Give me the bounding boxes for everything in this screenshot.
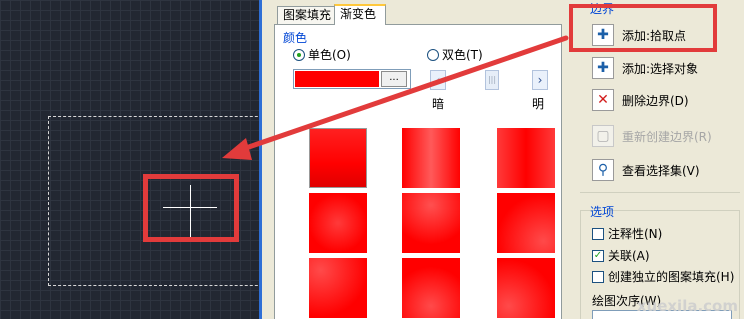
recreate-boundary-label: 重新创建边界(R) xyxy=(622,129,712,144)
gradient-swatch-hemispherical[interactable] xyxy=(402,193,460,253)
shade-right-button[interactable]: › xyxy=(532,70,548,90)
drawing-canvas[interactable] xyxy=(0,0,259,319)
tab-gradient[interactable]: 渐变色 xyxy=(334,4,386,25)
gradient-swatch-inverted-cylinder[interactable] xyxy=(497,128,555,188)
associative-checkbox[interactable]: ✓ 关联(A) xyxy=(592,247,650,264)
single-color-radio[interactable]: 单色(O) xyxy=(293,46,351,63)
options-group-title: 选项 xyxy=(590,205,615,219)
add-select-objects-button[interactable]: ✚ 添加:选择对象 xyxy=(592,57,698,79)
gradient-swatch-linear[interactable] xyxy=(309,128,367,188)
gradient-swatch-spherical[interactable] xyxy=(309,193,367,253)
recreate-boundary-icon: ▢ xyxy=(592,125,614,147)
gradient-tab-page: 颜色 单色(O) 双色(T) ... ‹ ||| › 暗 明 xyxy=(274,24,562,319)
associative-label: 关联(A) xyxy=(608,249,650,263)
section-separator xyxy=(580,192,740,193)
gradient-swatch-inverted-curved[interactable] xyxy=(497,258,555,318)
remove-boundaries-label: 删除边界(D) xyxy=(622,93,689,108)
radio-dot xyxy=(293,48,305,61)
gradient-swatch-curved[interactable] xyxy=(497,193,555,253)
annotative-checkbox[interactable]: 注释性(N) xyxy=(592,225,662,242)
hatch-gradient-dialog: 图案填充 渐变色 颜色 单色(O) 双色(T) ... ‹ ||| › 暗 明 xyxy=(262,0,744,319)
color-fill xyxy=(295,71,379,87)
shade-slider-thumb[interactable]: ||| xyxy=(485,70,499,90)
annotative-label: 注释性(N) xyxy=(608,227,663,241)
crosshair-vertical xyxy=(190,185,191,237)
pick-point-highlight-box xyxy=(143,174,239,242)
watermark: xuexila.com xyxy=(636,297,738,315)
independent-hatch-label: 创建独立的图案填充(H) xyxy=(608,270,735,284)
remove-boundaries-button[interactable]: ✕ 删除边界(D) xyxy=(592,89,689,111)
recreate-boundary-button[interactable]: ▢ 重新创建边界(R) xyxy=(592,125,712,147)
gradient-swatch-inverted-hemispherical[interactable] xyxy=(402,258,460,318)
add-pick-points-highlight xyxy=(569,4,717,52)
gradient-swatch-inverted-spherical[interactable] xyxy=(309,258,367,318)
view-selections-label: 查看选择集(V) xyxy=(622,163,700,178)
color-group-title: 颜色 xyxy=(283,31,308,45)
radio-dot xyxy=(427,48,439,61)
two-color-label: 双色(T) xyxy=(442,48,483,62)
checkbox-box xyxy=(592,270,604,283)
checkbox-box xyxy=(592,227,604,240)
checkbox-box-checked: ✓ xyxy=(592,249,604,262)
independent-hatch-checkbox[interactable]: 创建独立的图案填充(H) xyxy=(592,268,734,285)
single-color-label: 单色(O) xyxy=(308,48,351,62)
two-color-radio[interactable]: 双色(T) xyxy=(427,46,483,63)
tab-pattern-hatch[interactable]: 图案填充 xyxy=(277,6,335,24)
shade-left-button[interactable]: ‹ xyxy=(430,70,446,90)
view-selections-button[interactable]: ⚲ 查看选择集(V) xyxy=(592,159,700,181)
color-swatch-field[interactable]: ... xyxy=(293,69,411,89)
shade-light-label: 明 xyxy=(532,97,545,111)
add-select-objects-icon: ✚ xyxy=(592,57,614,79)
shade-dark-label: 暗 xyxy=(432,97,445,111)
add-select-objects-label: 添加:选择对象 xyxy=(622,61,699,76)
color-browse-button[interactable]: ... xyxy=(381,71,407,87)
gradient-swatch-cylinder[interactable] xyxy=(402,128,460,188)
remove-boundary-icon: ✕ xyxy=(592,89,614,111)
magnifier-icon: ⚲ xyxy=(592,159,614,181)
